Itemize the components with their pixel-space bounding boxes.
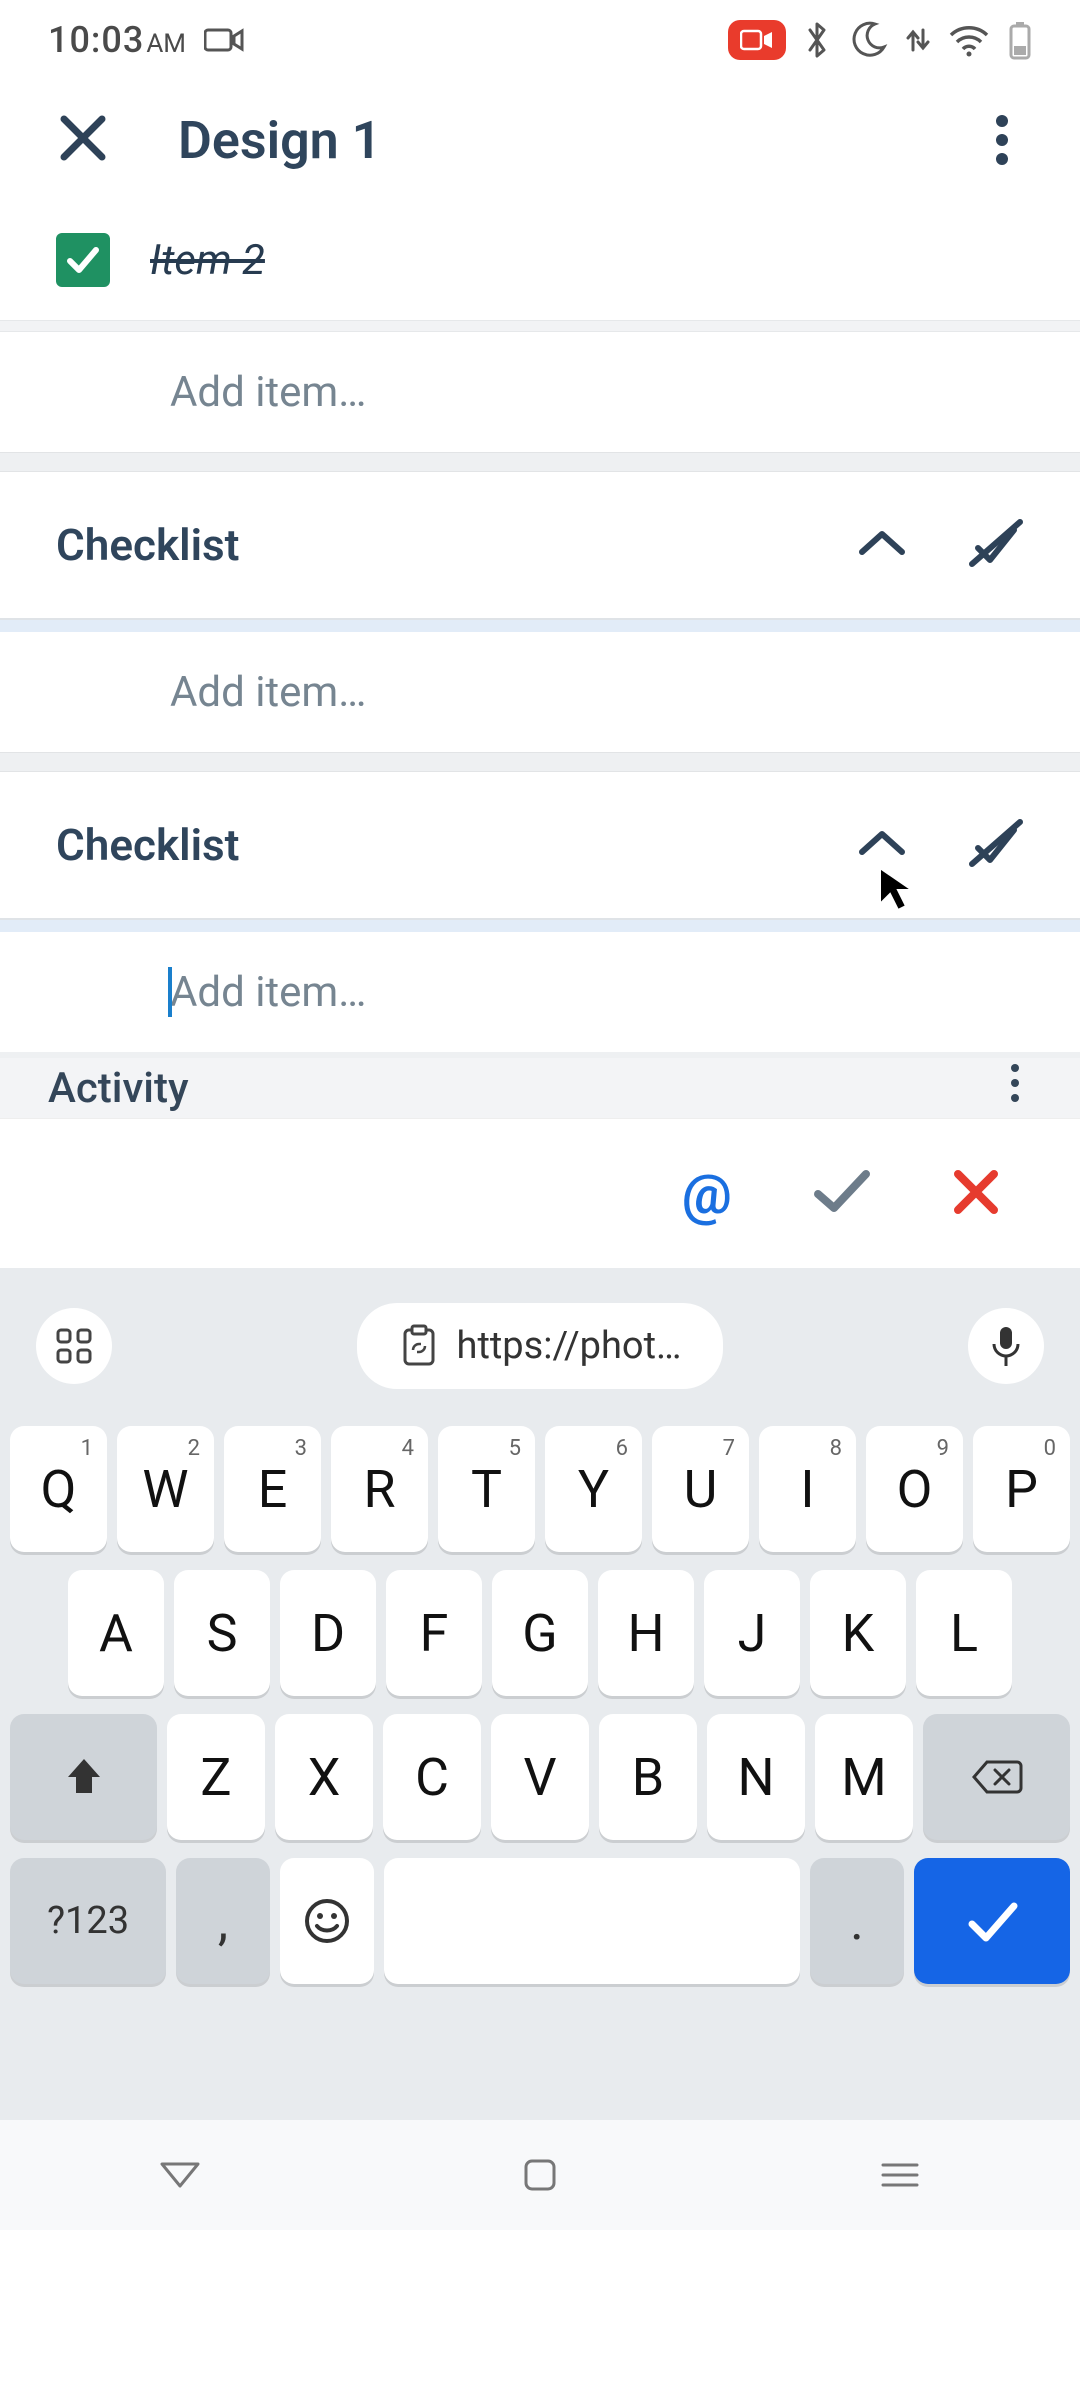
checklist-group-header[interactable]: Checklist [0,772,1080,920]
status-left: 10:03AM [48,19,244,61]
card-title[interactable]: Design 1 [178,110,902,171]
wifi-icon [948,23,990,57]
key-q[interactable]: Q1 [10,1426,107,1552]
activity-label: Activity [48,1064,189,1113]
battery-icon [1008,20,1032,60]
key-r[interactable]: R4 [331,1426,428,1552]
checkbox-checked[interactable] [56,233,110,287]
collapse-chevron-icon[interactable] [856,826,908,864]
key-b[interactable]: B [599,1714,697,1840]
key-l[interactable]: L [916,1570,1012,1696]
shift-key[interactable] [10,1714,157,1840]
clipboard-text: https://phot… [457,1324,682,1368]
key-g[interactable]: G [492,1570,588,1696]
emoji-key[interactable] [280,1858,374,1984]
keyboard-row-4: ?123 , . [10,1858,1070,1984]
keyboard-row-1: Q1W2E3R4T5Y6U7I8O9P0 [10,1426,1070,1552]
hide-checked-icon[interactable] [968,818,1024,872]
key-s[interactable]: S [174,1570,270,1696]
dnd-moon-icon [848,20,888,60]
key-d[interactable]: D [280,1570,376,1696]
hide-checked-icon[interactable] [968,518,1024,572]
key-k[interactable]: K [810,1570,906,1696]
key-o[interactable]: O9 [866,1426,963,1552]
status-bar: 10:03AM [0,0,1080,80]
add-item-placeholder: Add item… [170,368,366,417]
key-p[interactable]: P0 [973,1426,1070,1552]
add-item-input[interactable]: Add item… [0,332,1080,452]
more-options-button[interactable] [972,114,1032,166]
period-key[interactable]: . [810,1858,904,1984]
collapse-chevron-icon[interactable] [856,526,908,564]
checklist-group-title: Checklist [56,819,239,871]
recording-badge-icon [728,20,786,60]
key-e[interactable]: E3 [224,1426,321,1552]
key-h[interactable]: H [598,1570,694,1696]
mention-button[interactable]: @ [682,1161,732,1227]
space-key[interactable] [384,1858,801,1984]
key-t[interactable]: T5 [438,1426,535,1552]
activity-more-icon[interactable] [1010,1063,1020,1114]
add-item-placeholder: Add item… [170,668,366,717]
keyboard-suggestion-bar: https://phot… [0,1292,1080,1400]
symbols-key[interactable]: ?123 [10,1858,166,1984]
soft-keyboard: https://phot… Q1W2E3R4T5Y6U7I8O9P0 ASDFG… [0,1268,1080,2120]
comma-key[interactable]: , [176,1858,270,1984]
keyboard-apps-button[interactable] [36,1308,112,1384]
key-u[interactable]: U7 [652,1426,749,1552]
card-header: Design 1 [0,80,1080,200]
text-caret [168,967,172,1017]
keyboard-row-3: ZXCVBNM [10,1714,1070,1840]
backspace-key[interactable] [923,1714,1070,1840]
add-item-placeholder: Add item… [170,968,366,1017]
key-c[interactable]: C [383,1714,481,1840]
close-button[interactable] [58,113,108,167]
key-j[interactable]: J [704,1570,800,1696]
system-nav-bar [0,2120,1080,2230]
key-m[interactable]: M [815,1714,913,1840]
confirm-button[interactable] [812,1168,872,1220]
bluetooth-icon [804,20,830,60]
key-v[interactable]: V [491,1714,589,1840]
activity-section-header[interactable]: Activity [0,1058,1080,1118]
key-f[interactable]: F [386,1570,482,1696]
add-item-input[interactable]: Add item… [0,632,1080,752]
status-right [728,20,1032,60]
key-w[interactable]: W2 [117,1426,214,1552]
checklist-item-label: Item 2 [150,236,265,285]
key-y[interactable]: Y6 [545,1426,642,1552]
status-time: 10:03AM [48,19,186,61]
input-action-bar: @ [0,1118,1080,1268]
clipboard-suggestion[interactable]: https://phot… [357,1303,724,1389]
add-item-input-focused[interactable]: Add item… [0,932,1080,1052]
enter-key[interactable] [914,1858,1070,1984]
checklist-item-row[interactable]: Item 2 [0,200,1080,320]
key-n[interactable]: N [707,1714,805,1840]
checklist-group-header[interactable]: Checklist [0,472,1080,620]
camera-icon [204,26,244,54]
checklist-group-title: Checklist [56,519,239,571]
data-arrows-icon [906,22,930,58]
clipboard-link-icon [399,1324,439,1368]
cancel-button[interactable] [952,1168,1000,1220]
nav-home-button[interactable] [517,2152,563,2198]
keyboard-mic-button[interactable] [968,1308,1044,1384]
key-a[interactable]: A [68,1570,164,1696]
keyboard-row-2: ASDFGHJKL [10,1570,1070,1696]
key-i[interactable]: I8 [759,1426,856,1552]
nav-back-button[interactable] [157,2152,203,2198]
key-z[interactable]: Z [167,1714,265,1840]
key-x[interactable]: X [275,1714,373,1840]
nav-recents-button[interactable] [877,2152,923,2198]
